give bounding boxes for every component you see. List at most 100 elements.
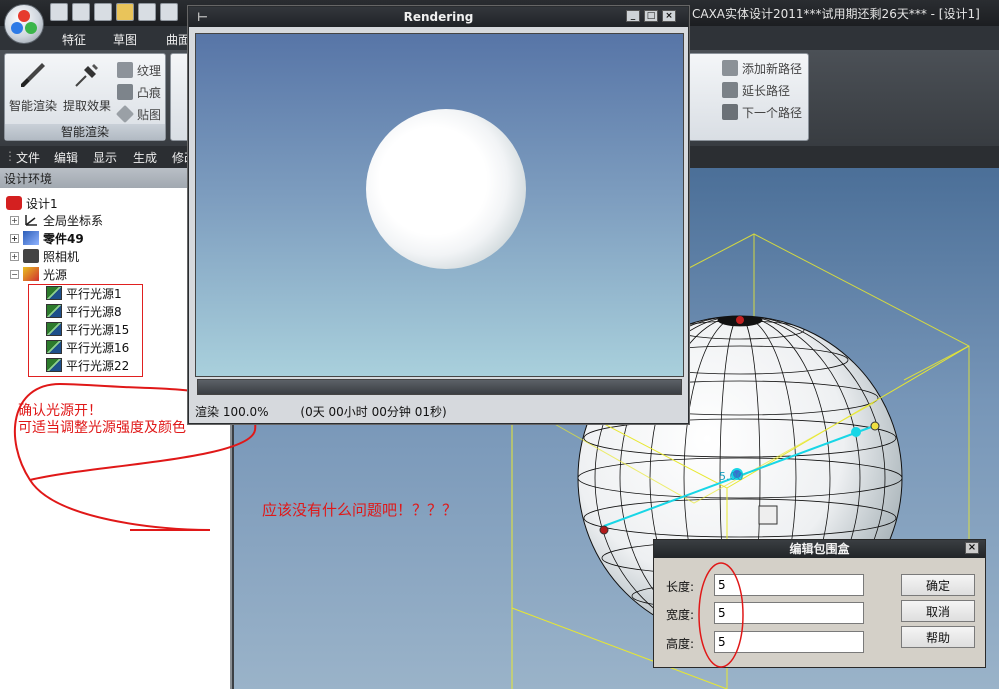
- tree-root[interactable]: 设计1: [6, 194, 58, 212]
- undo-icon[interactable]: [160, 3, 178, 21]
- close-icon[interactable]: ×: [662, 10, 676, 22]
- extend-path-icon: [722, 82, 738, 98]
- cancel-button[interactable]: 取消: [901, 600, 975, 622]
- light-label: 平行光源15: [66, 322, 130, 337]
- tab-feature[interactable]: 特征: [62, 31, 86, 48]
- save-icon[interactable]: [138, 3, 156, 21]
- annotation-question: 应该没有什么问题吧！？？？: [262, 501, 458, 519]
- height-label: 高度:: [666, 637, 695, 651]
- dimension-label: 5.00: [719, 470, 744, 483]
- render-progress-bar: [197, 379, 682, 395]
- edit-bounding-box-dialog: 编辑包围盒 × 长度: 宽度: 高度: 确定 取消 帮助: [653, 539, 986, 668]
- length-label: 长度:: [666, 580, 695, 594]
- texture-icon: [117, 62, 133, 78]
- camera-icon: [23, 249, 39, 263]
- app-title: CAXA实体设计2011***试用期还剩26天*** - [设计1]: [692, 7, 980, 21]
- extract-effect-button[interactable]: 提取效果: [61, 58, 113, 120]
- next-path-button[interactable]: 下一个路径: [722, 102, 802, 122]
- render-percent: 渲染 100.0%: [195, 405, 269, 419]
- menu-generate[interactable]: 生成: [133, 149, 157, 166]
- directional-light-icon: [46, 322, 62, 336]
- rendering-window-titlebar[interactable]: ⊢ Rendering _ □ ×: [189, 7, 688, 27]
- maximize-icon[interactable]: □: [644, 10, 658, 22]
- new-design-icon[interactable]: [94, 3, 112, 21]
- annotation-ellipse: [698, 562, 744, 668]
- texture-label: 纹理: [137, 63, 162, 78]
- window-grip-icon: ⊢: [197, 10, 208, 24]
- menu-file[interactable]: 文件: [16, 149, 40, 166]
- light-label: 平行光源16: [66, 340, 130, 355]
- tree-item-lights[interactable]: − 光源: [10, 265, 67, 283]
- emboss-icon: [117, 84, 133, 100]
- tree-item-light-8[interactable]: 平行光源8: [46, 302, 122, 320]
- tree-item-label: 零件49: [43, 231, 84, 246]
- render-status: 渲染 100.0% (0天 00小时 00分钟 01秒): [195, 403, 447, 420]
- directional-light-icon: [46, 286, 62, 300]
- tree-item-light-1[interactable]: 平行光源1: [46, 284, 122, 302]
- tree-item-label: 光源: [43, 267, 68, 282]
- tree-root-label: 设计1: [26, 196, 58, 211]
- close-icon[interactable]: ×: [965, 542, 979, 554]
- add-path-label: 添加新路径: [742, 61, 803, 76]
- tab-surface[interactable]: 曲面: [166, 31, 190, 48]
- quick-access-toolbar: [50, 3, 178, 21]
- rendering-window-title: Rendering: [403, 10, 474, 24]
- emboss-label: 凸痕: [137, 85, 162, 100]
- design-icon: [6, 196, 22, 210]
- width-label: 宽度:: [666, 608, 695, 622]
- open-folder-icon[interactable]: [116, 3, 134, 21]
- light-source-icon: [23, 267, 39, 281]
- directional-light-icon: [46, 340, 62, 354]
- light-label: 平行光源1: [66, 286, 122, 301]
- ribbon-group-label: 智能渲染: [5, 124, 165, 140]
- rendering-window: ⊢ Rendering _ □ × 渲染 100.0% (0天 00小时 00分…: [188, 6, 689, 424]
- annotation-adjust-light: 可适当调整光源强度及颜色: [18, 420, 186, 436]
- expand-icon[interactable]: +: [10, 215, 19, 225]
- ribbon-group-smart-render: 智能渲染 提取效果 纹理 凸痕 贴图 智能渲染: [4, 53, 166, 141]
- tree-item-light-15[interactable]: 平行光源15: [46, 320, 129, 338]
- tree-item-camera[interactable]: + 照相机: [10, 247, 79, 265]
- render-canvas: [195, 33, 684, 377]
- menu-edit[interactable]: 编辑: [54, 149, 78, 166]
- menu-grip: ⋮: [4, 149, 16, 163]
- emboss-button[interactable]: 凸痕: [117, 82, 161, 102]
- new-file-red-icon[interactable]: [72, 3, 90, 21]
- decal-button[interactable]: 贴图: [115, 104, 162, 124]
- dialog-titlebar[interactable]: 编辑包围盒 ×: [654, 540, 985, 558]
- part-icon: [23, 231, 39, 245]
- tree-item-part[interactable]: + 零件49: [10, 229, 84, 247]
- decal-icon: [115, 104, 135, 124]
- app-logo[interactable]: [4, 4, 44, 44]
- rendered-sphere: [366, 109, 526, 269]
- extend-path-label: 延长路径: [742, 83, 791, 98]
- extract-effect-label: 提取效果: [62, 99, 111, 113]
- eyedropper-icon: [75, 64, 98, 87]
- new-file-icon[interactable]: [50, 3, 68, 21]
- menu-view[interactable]: 显示: [93, 149, 117, 166]
- next-path-icon: [722, 104, 738, 120]
- tree-item-label: 照相机: [43, 249, 80, 264]
- tree-item-light-16[interactable]: 平行光源16: [46, 338, 129, 356]
- expand-icon[interactable]: +: [10, 251, 19, 261]
- extend-path-button[interactable]: 延长路径: [722, 80, 790, 100]
- add-path-icon: [722, 60, 738, 76]
- tree-item-global-coords[interactable]: + 全局坐标系: [10, 211, 103, 229]
- collapse-icon[interactable]: −: [10, 269, 19, 279]
- tab-sketch[interactable]: 草图: [113, 31, 137, 48]
- help-button[interactable]: 帮助: [901, 626, 975, 648]
- dialog-title: 编辑包围盒: [789, 542, 850, 556]
- ribbon-group-partial: [170, 53, 190, 141]
- minimize-icon[interactable]: _: [626, 10, 640, 22]
- ok-button[interactable]: 确定: [901, 574, 975, 596]
- smart-render-button[interactable]: 智能渲染: [7, 58, 59, 120]
- axis-icon: [25, 215, 37, 226]
- directional-light-icon: [46, 304, 62, 318]
- texture-button[interactable]: 纹理: [117, 60, 161, 80]
- decal-label: 贴图: [137, 107, 162, 122]
- expand-icon[interactable]: +: [10, 233, 19, 243]
- tree-item-label: 全局坐标系: [43, 213, 104, 228]
- light-label: 平行光源8: [66, 304, 122, 319]
- ribbon-group-path: 添加新路径 延长路径 下一个路径: [688, 53, 809, 141]
- add-new-path-button[interactable]: 添加新路径: [722, 58, 802, 78]
- smart-render-label: 智能渲染: [8, 99, 57, 113]
